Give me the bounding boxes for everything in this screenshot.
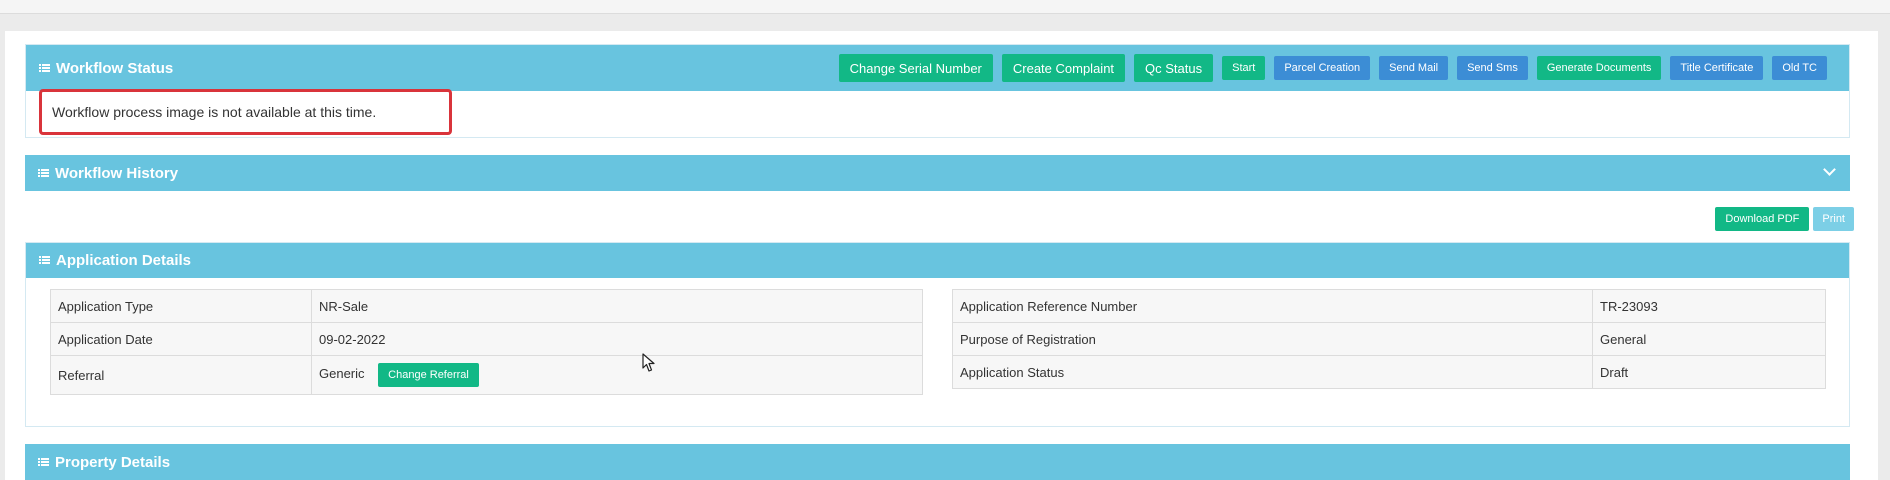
title-certificate-button[interactable]: Title Certificate: [1670, 56, 1764, 80]
list-icon: [39, 63, 50, 73]
application-details-title-text: Application Details: [56, 252, 192, 269]
workflow-status-header: Workflow Status Change Serial Number Cre…: [26, 45, 1849, 91]
document-actions: Download PDF Print: [1715, 207, 1854, 231]
workflow-history-title-text: Workflow History: [55, 164, 179, 182]
send-sms-button[interactable]: Send Sms: [1457, 56, 1528, 80]
referral-value: Generic: [319, 366, 365, 381]
purpose-of-registration-value: General: [1592, 322, 1826, 356]
print-button[interactable]: Print: [1813, 207, 1854, 231]
workflow-process-message: Workflow process image is not available …: [39, 89, 452, 135]
property-details-header: Property Details: [25, 444, 1850, 480]
send-mail-button[interactable]: Send Mail: [1379, 56, 1449, 80]
property-details-panel: Property Details: [25, 444, 1850, 480]
referral-cell: Generic Change Referral: [311, 355, 923, 395]
qc-status-button[interactable]: Qc Status: [1134, 54, 1214, 82]
list-icon: [38, 168, 49, 178]
table-row: Application Type NR-Sale: [50, 289, 923, 323]
top-bar: [0, 0, 1890, 14]
chevron-down-icon[interactable]: [1822, 164, 1836, 178]
workflow-actions: Change Serial Number Create Complaint Qc…: [838, 54, 1827, 82]
generate-documents-button[interactable]: Generate Documents: [1536, 56, 1662, 80]
application-status-value: Draft: [1592, 355, 1826, 389]
list-icon: [38, 457, 49, 467]
change-referral-button[interactable]: Change Referral: [378, 363, 479, 387]
purpose-of-registration-label: Purpose of Registration: [952, 322, 1593, 356]
application-date-value: 09-02-2022: [311, 322, 923, 356]
application-reference-number-value: TR-23093: [1592, 289, 1826, 323]
application-date-label: Application Date: [50, 322, 312, 356]
table-row: Referral Generic Change Referral: [50, 355, 923, 395]
table-row: Application Status Draft: [952, 355, 1826, 389]
workflow-history-header[interactable]: Workflow History: [25, 155, 1850, 191]
application-status-label: Application Status: [952, 355, 1593, 389]
workflow-status-panel: Workflow Status Change Serial Number Cre…: [25, 44, 1850, 138]
download-pdf-button[interactable]: Download PDF: [1715, 207, 1810, 231]
application-type-label: Application Type: [50, 289, 312, 323]
workflow-history-panel: Workflow History: [25, 155, 1850, 191]
application-reference-number-label: Application Reference Number: [952, 289, 1593, 323]
application-type-value: NR-Sale: [311, 289, 923, 323]
workflow-status-title-text: Workflow Status: [56, 59, 174, 77]
change-serial-number-button[interactable]: Change Serial Number: [838, 54, 993, 82]
application-details-panel: Application Details Application Type NR-…: [25, 242, 1850, 427]
application-details-left-table: Application Type NR-Sale Application Dat…: [50, 289, 923, 395]
start-button[interactable]: Start: [1222, 56, 1266, 80]
property-details-title-text: Property Details: [55, 453, 171, 471]
property-details-title: Property Details: [38, 444, 170, 480]
old-tc-button[interactable]: Old TC: [1772, 56, 1827, 80]
mouse-cursor-icon: [642, 353, 655, 372]
referral-label: Referral: [50, 355, 312, 395]
application-details-header: Application Details: [26, 243, 1849, 278]
parcel-creation-button[interactable]: Parcel Creation: [1274, 56, 1371, 80]
workflow-status-title: Workflow Status: [39, 45, 173, 91]
create-complaint-button[interactable]: Create Complaint: [1001, 54, 1126, 82]
list-icon: [39, 256, 50, 265]
application-details-right-table: Application Reference Number TR-23093 Pu…: [952, 289, 1826, 389]
table-row: Application Reference Number TR-23093: [952, 289, 1826, 323]
table-row: Purpose of Registration General: [952, 322, 1826, 356]
table-row: Application Date 09-02-2022: [50, 322, 923, 356]
workflow-history-title: Workflow History: [38, 155, 178, 191]
application-details-title: Application Details: [39, 243, 191, 278]
